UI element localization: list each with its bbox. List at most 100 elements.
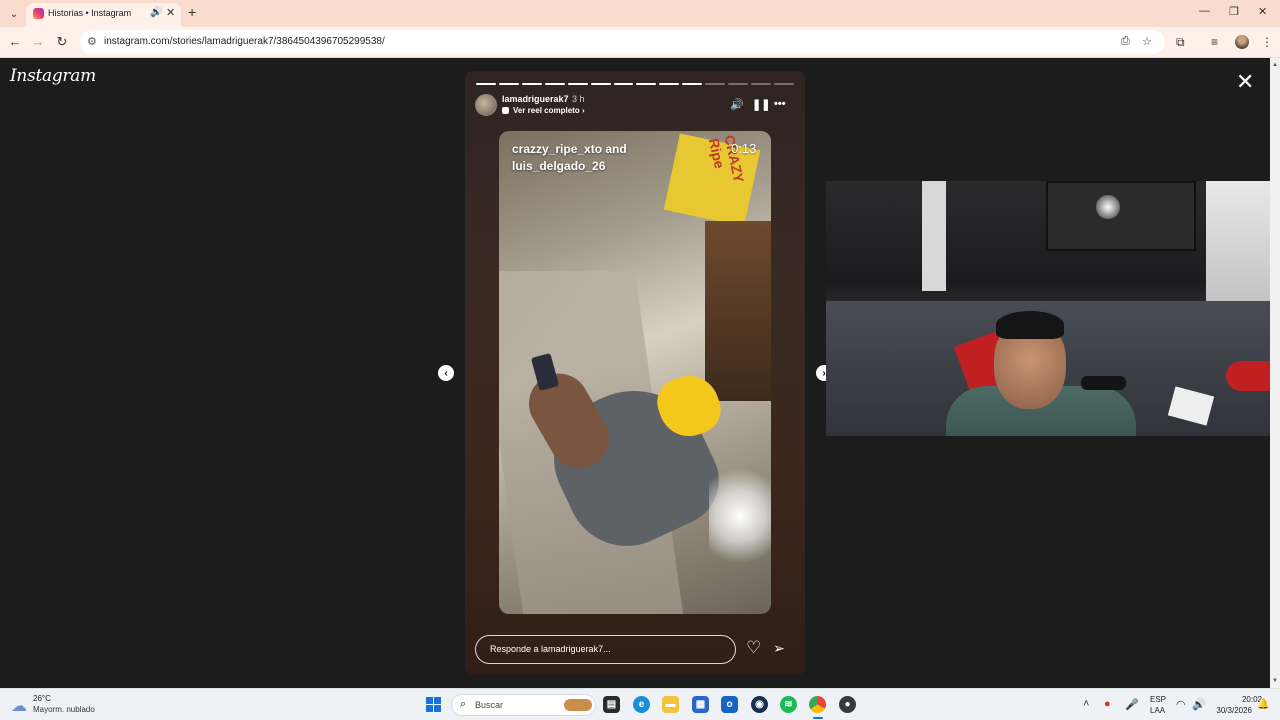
tab-close-icon[interactable]: ✕ xyxy=(166,6,175,19)
extensions-puzzle-icon[interactable]: ⧉ xyxy=(1176,35,1185,50)
cam-tv xyxy=(1046,181,1196,251)
instagram-favicon-icon xyxy=(33,8,44,19)
story-author-avatar[interactable] xyxy=(475,94,497,116)
browser-toolbar: ← → ↻ ⚙ instagram.com/stories/lamadrigue… xyxy=(0,27,1280,58)
pause-icon[interactable]: ❚❚ xyxy=(752,98,770,111)
weather-cloud-icon[interactable]: ☁ xyxy=(11,696,27,716)
reply-input[interactable]: Responde a lamadriguerak7... xyxy=(475,635,736,664)
files-icon[interactable]: ▬ xyxy=(662,696,679,713)
story-progress-segment xyxy=(682,83,703,85)
story-progress-segment xyxy=(728,83,749,85)
browser-tab-bar: ⌄ Historias • Instagram 🔊 ✕ + — ❐ ✕ xyxy=(0,0,1280,27)
store-icon[interactable]: ▦ xyxy=(692,696,709,713)
back-arrow-icon[interactable]: ← xyxy=(7,34,23,49)
file-manager-icon[interactable]: ▤ xyxy=(603,696,620,713)
media-caption-line-2: luis_delgado_26 xyxy=(512,159,606,173)
steam-icon[interactable]: ◉ xyxy=(751,696,768,713)
view-full-reel-label: Ver reel completo xyxy=(513,106,580,115)
media-caption-line-1: crazzy_ripe_xto and xyxy=(512,142,627,156)
story-viewer[interactable]: lamadriguerak7 3 h Ver reel completo › 🔊… xyxy=(465,71,805,675)
story-progress-segment xyxy=(659,83,680,85)
wifi-icon[interactable]: ◠ xyxy=(1176,698,1186,711)
language-indicator-line-2[interactable]: LAA xyxy=(1150,706,1165,715)
recording-icon[interactable]: ● xyxy=(1104,698,1111,710)
address-bar[interactable]: ⚙ instagram.com/stories/lamadriguerak7/3… xyxy=(80,30,1165,54)
tab-audio-icon[interactable]: 🔊 xyxy=(150,7,162,18)
story-progress-segment xyxy=(521,83,542,85)
story-time-ago: 3 h xyxy=(572,94,585,104)
notifications-bell-icon[interactable]: 🔔 xyxy=(1257,699,1269,710)
language-indicator-line-1[interactable]: ESP xyxy=(1150,695,1166,704)
story-progress-segment xyxy=(613,83,634,85)
forward-arrow-icon[interactable]: → xyxy=(30,34,46,49)
chrome-icon[interactable] xyxy=(809,696,826,713)
send-paper-plane-icon[interactable]: ➢ xyxy=(773,640,785,657)
search-highlight-image xyxy=(564,699,592,711)
windows-taskbar: ☁ 26°C Mayorm. nublado ⌕ Buscar ▤ e ▬ ▦ … xyxy=(0,688,1280,720)
reload-icon[interactable]: ↻ xyxy=(54,34,70,50)
tray-overflow-chevron-up-icon[interactable]: ˄ xyxy=(1083,698,1089,710)
weather-description[interactable]: Mayorm. nublado xyxy=(33,705,95,714)
profile-avatar[interactable] xyxy=(1235,35,1249,49)
microphone-icon[interactable]: 🎤 xyxy=(1125,698,1139,711)
window-minimize-icon[interactable]: — xyxy=(1199,5,1210,17)
story-progress-bar xyxy=(476,83,794,85)
reel-icon xyxy=(502,107,509,114)
page-scrollbar[interactable]: ▲ ▼ xyxy=(1270,58,1280,688)
story-media[interactable]: CRAZY Ripe crazzy_ripe_xto and luis_delg… xyxy=(499,131,771,614)
close-stories-icon[interactable]: ✕ xyxy=(1236,70,1254,95)
chrome-menu-icon[interactable]: ⋮ xyxy=(1261,35,1273,49)
search-icon: ⌕ xyxy=(460,698,467,710)
view-full-reel-link[interactable]: Ver reel completo › xyxy=(502,106,585,115)
clock-time[interactable]: 20:02 xyxy=(1220,695,1262,704)
media-shelf xyxy=(705,221,771,401)
clock-date[interactable]: 30/3/2026 xyxy=(1210,706,1252,715)
install-app-icon[interactable]: ⎙ xyxy=(1121,35,1130,48)
cam-tv-light xyxy=(1096,195,1120,219)
volume-icon[interactable]: 🔊 xyxy=(730,98,744,111)
story-progress-segment xyxy=(751,83,771,85)
scroll-up-arrow-icon[interactable]: ▲ xyxy=(1272,62,1278,68)
story-progress-segment xyxy=(773,83,794,85)
cam-person-hair xyxy=(996,311,1064,339)
bookmark-star-icon[interactable]: ☆ xyxy=(1142,35,1152,48)
more-options-icon[interactable]: ••• xyxy=(774,98,786,110)
instagram-logo[interactable]: Instagram xyxy=(10,66,96,86)
speaker-icon[interactable]: 🔊 xyxy=(1192,698,1206,711)
spotify-icon[interactable]: ≋ xyxy=(780,696,797,713)
instagram-stories-page: Instagram ✕ lamadriguerak7 3 h Ver reel … xyxy=(0,58,1280,688)
new-tab-button[interactable]: + xyxy=(188,4,196,20)
story-username[interactable]: lamadriguerak7 xyxy=(502,94,569,104)
chrome-active-indicator xyxy=(813,717,823,719)
story-progress-segment xyxy=(590,83,611,85)
start-windows-icon[interactable] xyxy=(426,697,441,712)
outlook-icon[interactable]: o xyxy=(721,696,738,713)
story-progress-segment xyxy=(636,83,657,85)
tab-historias-instagram[interactable]: Historias • Instagram 🔊 ✕ xyxy=(26,3,181,27)
search-label: Buscar xyxy=(475,700,504,710)
edge-icon[interactable]: e xyxy=(633,696,650,713)
cam-window xyxy=(1206,181,1280,321)
story-progress-segment xyxy=(567,83,588,85)
obs-icon[interactable]: ● xyxy=(839,696,856,713)
taskbar-search[interactable]: ⌕ Buscar xyxy=(451,694,596,716)
webcam-overlay xyxy=(826,181,1280,436)
window-close-icon[interactable]: ✕ xyxy=(1258,5,1267,18)
media-light-glare xyxy=(709,461,771,571)
story-progress-segment xyxy=(476,83,496,85)
media-duration: 0:13 xyxy=(731,141,757,156)
reel-chevron-right-icon: › xyxy=(581,106,585,115)
like-heart-icon[interactable]: ♡ xyxy=(746,638,761,658)
site-settings-icon[interactable]: ⚙ xyxy=(87,35,97,48)
cam-microphone xyxy=(1081,376,1126,390)
story-progress-segment xyxy=(544,83,565,85)
media-caption: crazzy_ripe_xto and luis_delgado_26 xyxy=(512,141,627,175)
media-controls-icon[interactable]: ≡ xyxy=(1211,35,1218,49)
url-text[interactable]: instagram.com/stories/lamadriguerak7/386… xyxy=(104,36,385,47)
tab-search-chevron-down-icon[interactable]: ⌄ xyxy=(5,5,23,23)
weather-temperature[interactable]: 26°C xyxy=(33,694,51,703)
window-restore-icon[interactable]: ❐ xyxy=(1229,5,1239,18)
tab-title: Historias • Instagram xyxy=(48,8,132,18)
scroll-down-arrow-icon[interactable]: ▼ xyxy=(1272,678,1278,684)
previous-story-button[interactable]: ‹ xyxy=(438,365,454,381)
